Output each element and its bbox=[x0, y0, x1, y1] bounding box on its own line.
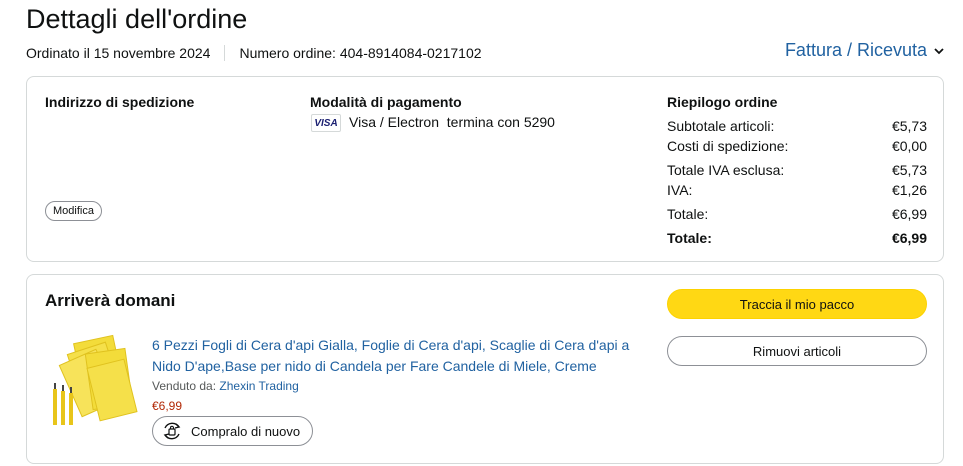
modify-address-button[interactable]: Modifica bbox=[45, 201, 102, 221]
summary-row: Totale IVA esclusa: €5,73 bbox=[667, 162, 927, 178]
order-number: Numero ordine: 404-8914084-0217102 bbox=[239, 45, 482, 61]
page-title: Dettagli dell'ordine bbox=[26, 4, 248, 34]
summary-row: Subtotale articoli: €5,73 bbox=[667, 118, 927, 134]
summary-row-label: IVA: bbox=[667, 182, 693, 198]
delivery-status: Arriverà domani bbox=[45, 291, 176, 310]
chevron-down-icon bbox=[934, 47, 944, 54]
remove-items-button[interactable]: Rimuovi articoli bbox=[667, 336, 927, 366]
track-package-button[interactable]: Traccia il mio pacco bbox=[667, 289, 927, 319]
buy-again-label: Compralo di nuovo bbox=[191, 423, 301, 439]
order-summary-label: Riepilogo ordine bbox=[667, 94, 778, 110]
product-image[interactable] bbox=[49, 333, 139, 429]
summary-row-label: Subtotale articoli: bbox=[667, 118, 775, 134]
visa-card-icon: VISA bbox=[311, 114, 341, 132]
payment-method-label: Modalità di pagamento bbox=[310, 94, 462, 110]
order-meta: Ordinato il 15 novembre 2024 Numero ordi… bbox=[26, 45, 482, 61]
product-price: €6,99 bbox=[152, 399, 183, 413]
shipment-card: Arriverà domani 6 Pezzi Fogli di Cera d'… bbox=[26, 274, 944, 464]
summary-row-value: €5,73 bbox=[891, 162, 927, 178]
summary-row-label: Costi di spedizione: bbox=[667, 138, 789, 154]
payment-card-text: Visa / Electron termina con 5290 bbox=[349, 114, 555, 130]
seller-link[interactable]: Zhexin Trading bbox=[219, 379, 298, 393]
summary-row: IVA: €1,26 bbox=[667, 182, 927, 198]
divider bbox=[224, 45, 226, 61]
invoice-link-label: Fattura / Ricevuta bbox=[784, 40, 927, 60]
summary-row-label: Totale IVA esclusa: bbox=[667, 162, 785, 178]
summary-row-label: Totale: bbox=[667, 206, 709, 222]
order-date: Ordinato il 15 novembre 2024 bbox=[26, 45, 211, 61]
summary-row-value: €6,99 bbox=[891, 206, 927, 222]
shipping-address-label: Indirizzo di spedizione bbox=[45, 94, 195, 110]
summary-row: Totale: €6,99 bbox=[667, 206, 927, 222]
buy-again-button[interactable]: Compralo di nuovo bbox=[152, 416, 314, 446]
summary-grand-total-row: Totale: €6,99 bbox=[667, 230, 927, 246]
invoice-link[interactable]: Fattura / Ricevuta bbox=[785, 40, 945, 61]
summary-row-value: €6,99 bbox=[891, 230, 927, 246]
summary-row-value: €0,00 bbox=[891, 138, 927, 154]
summary-row-value: €5,73 bbox=[891, 118, 927, 134]
product-title-link[interactable]: 6 Pezzi Fogli di Cera d'api Gialla, Fogl… bbox=[152, 335, 632, 377]
summary-row: Costi di spedizione: €0,00 bbox=[667, 138, 927, 154]
sold-by: Venduto da: Zhexin Trading bbox=[152, 379, 299, 393]
summary-row-value: €1,26 bbox=[891, 182, 927, 198]
summary-row-label: Totale: bbox=[667, 230, 712, 246]
buy-again-icon bbox=[163, 422, 181, 440]
sold-by-label: Venduto da: bbox=[152, 379, 217, 393]
order-info-card: Indirizzo di spedizione Modifica Modalit… bbox=[26, 76, 944, 262]
